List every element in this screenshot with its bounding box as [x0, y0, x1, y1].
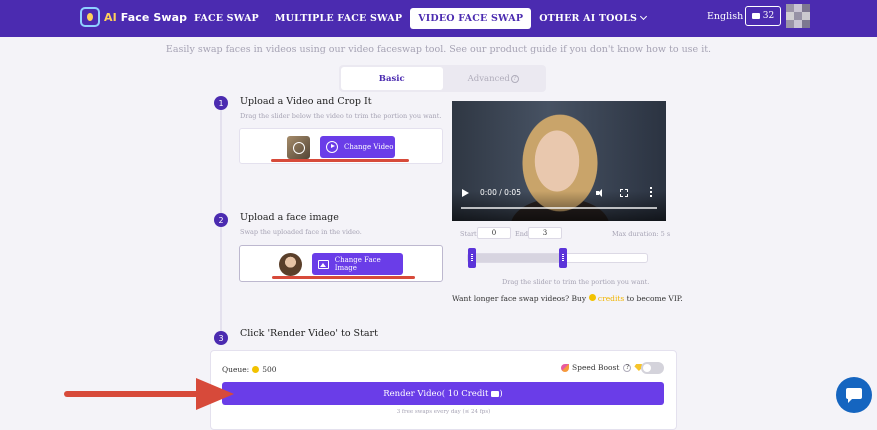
page-subtitle: Easily swap faces in videos using our vi… [165, 44, 712, 55]
change-video-button[interactable]: Change Video [320, 136, 395, 158]
image-icon [318, 259, 329, 269]
change-face-label: Change Face Image [334, 256, 381, 272]
brand-name: AI Face Swap [104, 10, 188, 24]
step-2-number: 2 [214, 213, 228, 227]
vip-prompt: Want longer face swap videos? Buy credit… [452, 294, 683, 303]
language-selector[interactable]: English [707, 11, 743, 22]
credits-link[interactable]: credits [598, 294, 624, 303]
credits-button[interactable]: 32 [745, 6, 781, 26]
annotation-underline-face [272, 276, 415, 279]
trim-start-handle[interactable] [468, 248, 476, 268]
step-2-desc: Swap the uploaded face in the video. [240, 228, 362, 236]
nav-other-ai-tools[interactable]: OTHER AI TOOLS [531, 8, 654, 29]
queue-info: Queue: 500 [222, 365, 277, 374]
annotation-arrow-head [196, 378, 234, 410]
nav-face-swap[interactable]: FACE SWAP [186, 8, 267, 29]
step-3-number: 3 [214, 331, 228, 345]
avatar[interactable] [786, 4, 810, 28]
annotation-underline-video [271, 159, 409, 162]
tab-advanced-label: Advanced [467, 73, 510, 84]
tab-advanced[interactable]: Advanced? [443, 67, 545, 90]
help-icon: ? [623, 363, 632, 372]
logo-icon [80, 7, 100, 27]
brand-logo[interactable]: AI Face Swap [80, 7, 187, 27]
free-swaps-note: 3 free swaps every day (≤ 24 fps) [396, 409, 491, 415]
play-icon [326, 141, 338, 153]
render-video-label-end: ) [499, 388, 503, 399]
coin-icon [588, 294, 596, 301]
coin-icon [252, 366, 260, 373]
vip-prefix: Want longer face swap videos? Buy [452, 294, 587, 303]
trim-start-input[interactable]: 0 [477, 227, 511, 239]
trim-slider-range [472, 254, 564, 262]
help-icon: ? [510, 74, 519, 83]
top-navbar: AI Face Swap FACE SWAP MULTIPLE FACE SWA… [0, 0, 877, 37]
player-time: 0:00 / 0:05 [480, 188, 521, 197]
nav-multiple-face-swap[interactable]: MULTIPLE FACE SWAP [267, 8, 410, 29]
tab-basic[interactable]: Basic [341, 67, 443, 90]
trim-hint: Drag the slider to trim the portion you … [502, 278, 650, 286]
step-2-title: Upload a face image [240, 212, 339, 223]
step-1-number: 1 [214, 96, 228, 110]
speed-boost-toggle[interactable] [641, 362, 664, 374]
trim-end-input[interactable]: 3 [528, 227, 562, 239]
chat-support-icon[interactable] [836, 377, 872, 413]
more-options-icon[interactable] [650, 187, 652, 197]
vip-suffix: to become VIP. [626, 294, 683, 303]
volume-icon[interactable] [596, 189, 605, 197]
change-video-label: Change Video [344, 143, 394, 151]
rocket-icon [561, 363, 569, 372]
player-progress-bar[interactable] [461, 207, 657, 209]
face-thumbnail [279, 253, 302, 276]
coins-icon [491, 390, 500, 397]
render-video-label: Render Video( 10 Credit [383, 388, 489, 399]
fullscreen-icon[interactable] [620, 189, 628, 197]
step-3-title: Click 'Render Video' to Start [240, 328, 378, 339]
video-player[interactable]: 0:00 / 0:05 [452, 101, 666, 221]
queue-value: 500 [262, 365, 277, 374]
annotation-arrow-shaft [64, 391, 204, 397]
mode-tabs: Basic Advanced? [339, 65, 546, 92]
step-1-desc: Drag the slider below the video to trim … [240, 112, 442, 120]
render-video-button[interactable]: Render Video( 10 Credit ) [222, 382, 664, 405]
speed-boost: Speed Boost ? [561, 363, 644, 372]
trim-end-handle[interactable] [559, 248, 568, 268]
chevron-down-icon [640, 12, 648, 21]
speed-boost-label: Speed Boost [572, 363, 620, 372]
nav-video-face-swap[interactable]: VIDEO FACE SWAP [410, 8, 532, 29]
nav-other-ai-tools-label: OTHER AI TOOLS [539, 13, 638, 24]
main-nav: FACE SWAP MULTIPLE FACE SWAP VIDEO FACE … [186, 0, 654, 37]
step-1-title: Upload a Video and Crop It [240, 96, 372, 107]
max-duration-label: Max duration: 5 s [612, 230, 671, 238]
play-icon[interactable] [462, 189, 469, 197]
coins-icon [751, 13, 760, 19]
credits-count: 32 [762, 11, 775, 21]
change-face-image-button[interactable]: Change Face Image [312, 253, 403, 275]
queue-label: Queue: [222, 365, 250, 374]
video-thumbnail [287, 136, 310, 159]
